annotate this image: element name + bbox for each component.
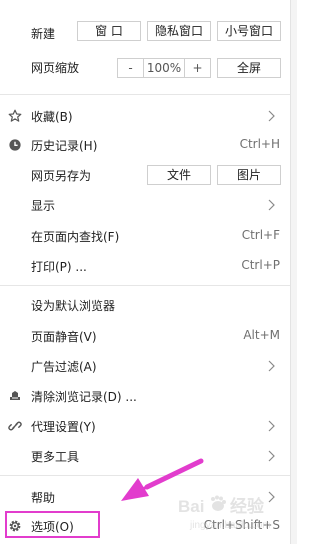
annotation-arrow-icon [121, 458, 204, 501]
